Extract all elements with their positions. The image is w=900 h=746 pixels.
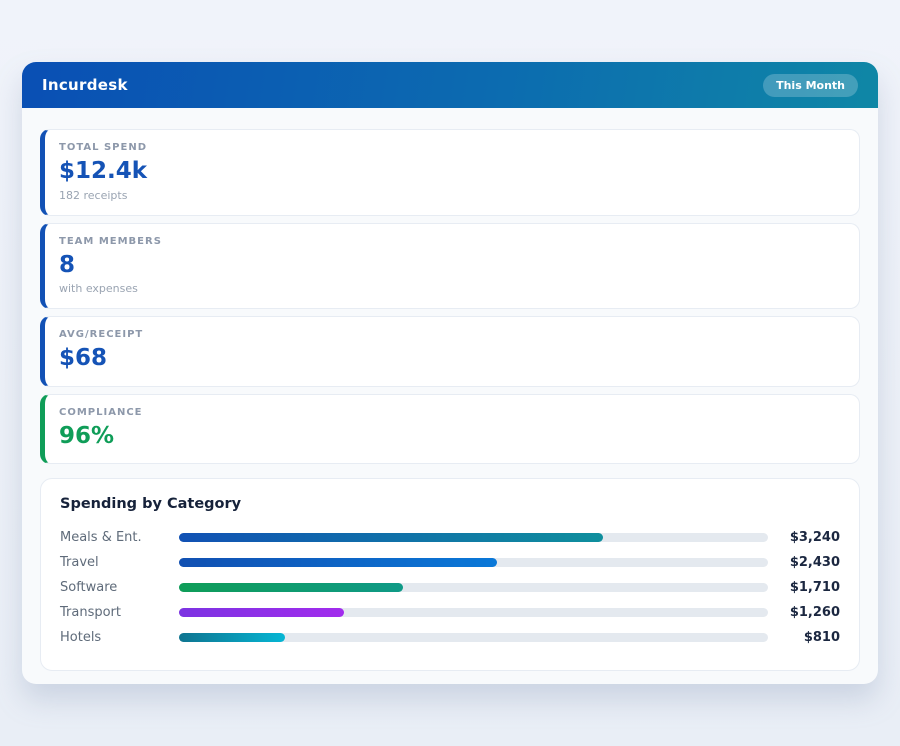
category-row-meals: Meals & Ent. $3,240 xyxy=(60,525,840,550)
spending-by-category-card: Spending by Category Meals & Ent. $3,240… xyxy=(40,478,860,671)
category-row-transport: Transport $1,260 xyxy=(60,600,840,625)
stat-card-team-members: TEAM MEMBERS 8 with expenses xyxy=(40,223,860,310)
category-value: $2,430 xyxy=(768,555,840,570)
category-value: $3,240 xyxy=(768,530,840,545)
stat-value: $68 xyxy=(59,345,841,373)
category-label: Hotels xyxy=(60,630,179,645)
category-label: Travel xyxy=(60,555,179,570)
stat-label: COMPLIANCE xyxy=(59,407,841,418)
stat-sublabel: 182 receipts xyxy=(59,189,841,202)
dashboard-content: TOTAL SPEND $12.4k 182 receipts TEAM MEM… xyxy=(22,108,878,671)
dashboard-card: Incurdesk This Month TOTAL SPEND $12.4k … xyxy=(22,62,878,684)
app-header: Incurdesk This Month xyxy=(22,62,878,108)
stat-card-total-spend: TOTAL SPEND $12.4k 182 receipts xyxy=(40,129,860,216)
category-bar-track xyxy=(179,558,768,567)
stat-sublabel: with expenses xyxy=(59,282,841,295)
category-row-software: Software $1,710 xyxy=(60,575,840,600)
category-bar-fill xyxy=(179,583,403,592)
category-bar-fill xyxy=(179,558,497,567)
stat-value: 8 xyxy=(59,252,841,280)
period-badge[interactable]: This Month xyxy=(763,74,858,97)
category-label: Meals & Ent. xyxy=(60,530,179,545)
stat-card-compliance: COMPLIANCE 96% xyxy=(40,394,860,465)
category-bar-track xyxy=(179,608,768,617)
category-value: $810 xyxy=(768,630,840,645)
category-bar-fill xyxy=(179,633,285,642)
category-bar-track xyxy=(179,583,768,592)
category-value: $1,260 xyxy=(768,605,840,620)
stat-label: AVG/RECEIPT xyxy=(59,329,841,340)
category-value: $1,710 xyxy=(768,580,840,595)
category-label: Transport xyxy=(60,605,179,620)
category-bar-track xyxy=(179,533,768,542)
category-bar-track xyxy=(179,633,768,642)
app-title: Incurdesk xyxy=(42,76,128,94)
category-bar-fill xyxy=(179,608,344,617)
category-bar-fill xyxy=(179,533,603,542)
category-row-hotels: Hotels $810 xyxy=(60,625,840,650)
category-row-travel: Travel $2,430 xyxy=(60,550,840,575)
stat-value: $12.4k xyxy=(59,158,841,186)
spending-card-title: Spending by Category xyxy=(60,496,840,512)
stat-card-avg-receipt: AVG/RECEIPT $68 xyxy=(40,316,860,387)
stat-label: TEAM MEMBERS xyxy=(59,236,841,247)
stat-label: TOTAL SPEND xyxy=(59,142,841,153)
stat-value: 96% xyxy=(59,423,841,451)
category-label: Software xyxy=(60,580,179,595)
